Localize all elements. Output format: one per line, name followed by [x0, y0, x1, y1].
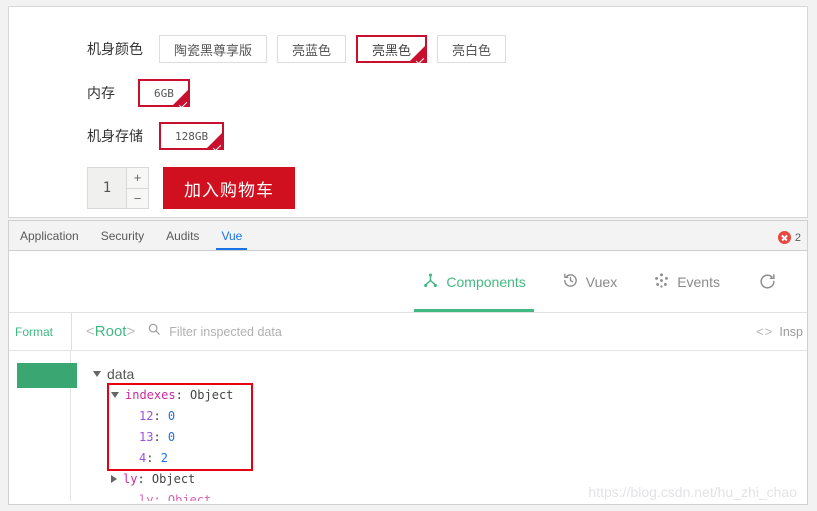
entry-punct: :	[153, 429, 161, 444]
selected-component-node[interactable]	[17, 363, 77, 388]
quantity-decrement-button[interactable]: −	[127, 188, 148, 208]
option-choice-bright-blue[interactable]: 亮蓝色	[277, 35, 347, 63]
option-list-storage: 128GB	[159, 122, 234, 152]
root-name: Root	[94, 323, 127, 340]
chevron-down-icon[interactable]	[111, 391, 119, 398]
error-count: 2	[794, 231, 801, 244]
entry-value: 0	[167, 429, 176, 444]
quantity-increment-button[interactable]: +	[127, 168, 148, 189]
vue-tab-label: Vuex	[585, 273, 618, 290]
tree-section-data[interactable]: data	[93, 363, 807, 384]
tree-node-punct: :	[175, 387, 183, 402]
option-choice-label: 亮白色	[452, 43, 492, 59]
component-tree-column[interactable]	[9, 351, 77, 501]
vue-tab-events[interactable]: Events	[635, 251, 738, 312]
option-choice-label: 亮黑色	[372, 43, 412, 59]
entry-value: 0	[167, 408, 176, 423]
devtools-tabbar: Application Security Audits Vue 2	[9, 221, 807, 251]
tree-node-key: ly	[123, 471, 138, 486]
option-list-memory: 6GB	[138, 79, 200, 109]
tree-section-label: data	[107, 365, 135, 382]
tree-node-indexes[interactable]: indexes: Object	[93, 384, 807, 405]
vue-tab-label: Events	[677, 273, 720, 290]
search-icon	[147, 322, 161, 341]
option-label-storage: 机身存储	[87, 129, 143, 145]
inspect-dom-button[interactable]: <> Insp	[756, 324, 807, 339]
events-dots-icon	[653, 272, 670, 292]
option-choice-label: 128GB	[175, 129, 209, 143]
purchase-row: 1 + − 加入购物车	[87, 167, 295, 209]
devtools-panel: Application Security Audits Vue 2 Compon…	[8, 220, 808, 505]
root-bracket-open: <	[86, 323, 95, 340]
tree-entry-13[interactable]: 13: 0	[93, 426, 807, 447]
tree-node-type: Object	[190, 387, 234, 402]
option-list-body-color: 陶瓷黑尊享版 亮蓝色 亮黑色 亮白色	[159, 35, 516, 65]
tree-node-type: Object	[151, 471, 196, 486]
filter-input[interactable]: Filter inspected data	[147, 322, 756, 341]
filter-placeholder: Filter inspected data	[169, 324, 282, 339]
vue-tab-label: Components	[446, 273, 526, 290]
devtools-tab-application[interactable]: Application	[9, 229, 90, 250]
clock-history-icon	[562, 272, 579, 292]
data-inspector-column: data indexes: Object 12: 0 13: 0 4: 2 ly…	[71, 351, 807, 501]
option-row-body-color: 机身颜色 陶瓷黑尊享版 亮蓝色 亮黑色 亮白色	[87, 35, 516, 65]
chevron-down-icon[interactable]	[93, 370, 101, 377]
tree-node-punct: :	[137, 471, 145, 486]
format-button[interactable]: Format	[9, 325, 71, 339]
inspector-body: data indexes: Object 12: 0 13: 0 4: 2 ly…	[9, 351, 807, 501]
entry-key: 4	[139, 450, 147, 465]
inspector-toolbar: Format <Root> Filter inspected data <> I…	[9, 313, 807, 351]
product-config-pane: 机身颜色 陶瓷黑尊享版 亮蓝色 亮黑色 亮白色 内存 6GB 机身存储 128G…	[8, 6, 808, 218]
option-row-storage: 机身存储 128GB	[87, 122, 234, 152]
refresh-icon[interactable]	[738, 272, 789, 291]
root-component-label: <Root>	[72, 323, 135, 340]
option-choice-ceramic-black[interactable]: 陶瓷黑尊享版	[159, 35, 268, 63]
entry-punct: :	[146, 450, 154, 465]
option-label-memory: 内存	[87, 86, 115, 102]
tree-node-clipped[interactable]: ly: Object	[139, 493, 211, 501]
entry-key: 12	[139, 408, 154, 423]
tree-node-key: indexes	[125, 387, 176, 402]
component-tree-icon	[422, 272, 439, 292]
vue-devtools-toolbar: Components Vuex Events	[9, 251, 807, 313]
tree-entry-4[interactable]: 4: 2	[93, 447, 807, 468]
option-choice-label: 亮蓝色	[292, 43, 332, 59]
chevron-right-icon[interactable]	[111, 474, 117, 483]
devtools-tab-security[interactable]: Security	[90, 229, 155, 250]
option-choice-128gb[interactable]: 128GB	[159, 122, 225, 152]
code-brackets-icon: <>	[756, 324, 774, 339]
vue-tab-vuex[interactable]: Vuex	[544, 251, 635, 312]
watermark: https://blog.csdn.net/hu_zhi_chao	[588, 484, 797, 500]
error-circle-x-icon	[777, 231, 791, 244]
screen-root: 机身颜色 陶瓷黑尊享版 亮蓝色 亮黑色 亮白色 内存 6GB 机身存储 128G…	[0, 0, 817, 511]
entry-value: 2	[160, 450, 168, 465]
option-choice-label: 陶瓷黑尊享版	[174, 43, 253, 59]
entry-punct: :	[153, 408, 161, 423]
quantity-stepper[interactable]: 1 + −	[87, 167, 149, 209]
entry-key: 13	[139, 429, 154, 444]
devtools-tab-audits[interactable]: Audits	[155, 229, 210, 250]
root-bracket-close: >	[126, 323, 136, 340]
option-choice-bright-white[interactable]: 亮白色	[437, 35, 507, 63]
tree-entry-12[interactable]: 12: 0	[93, 405, 807, 426]
inspect-dom-label: Insp	[779, 324, 803, 339]
option-label-body-color: 机身颜色	[87, 42, 143, 58]
devtools-tab-vue[interactable]: Vue	[210, 229, 253, 250]
quantity-value[interactable]: 1	[88, 168, 126, 208]
quantity-buttons: + −	[126, 168, 148, 208]
vue-tab-components[interactable]: Components	[404, 251, 543, 312]
option-choice-bright-black[interactable]: 亮黑色	[356, 35, 428, 65]
option-choice-6gb[interactable]: 6GB	[138, 79, 190, 109]
devtools-error-indicator[interactable]: 2	[777, 231, 801, 244]
option-row-memory: 内存 6GB	[87, 79, 200, 109]
add-to-cart-button[interactable]: 加入购物车	[163, 167, 295, 209]
bottom-strip	[0, 505, 817, 511]
